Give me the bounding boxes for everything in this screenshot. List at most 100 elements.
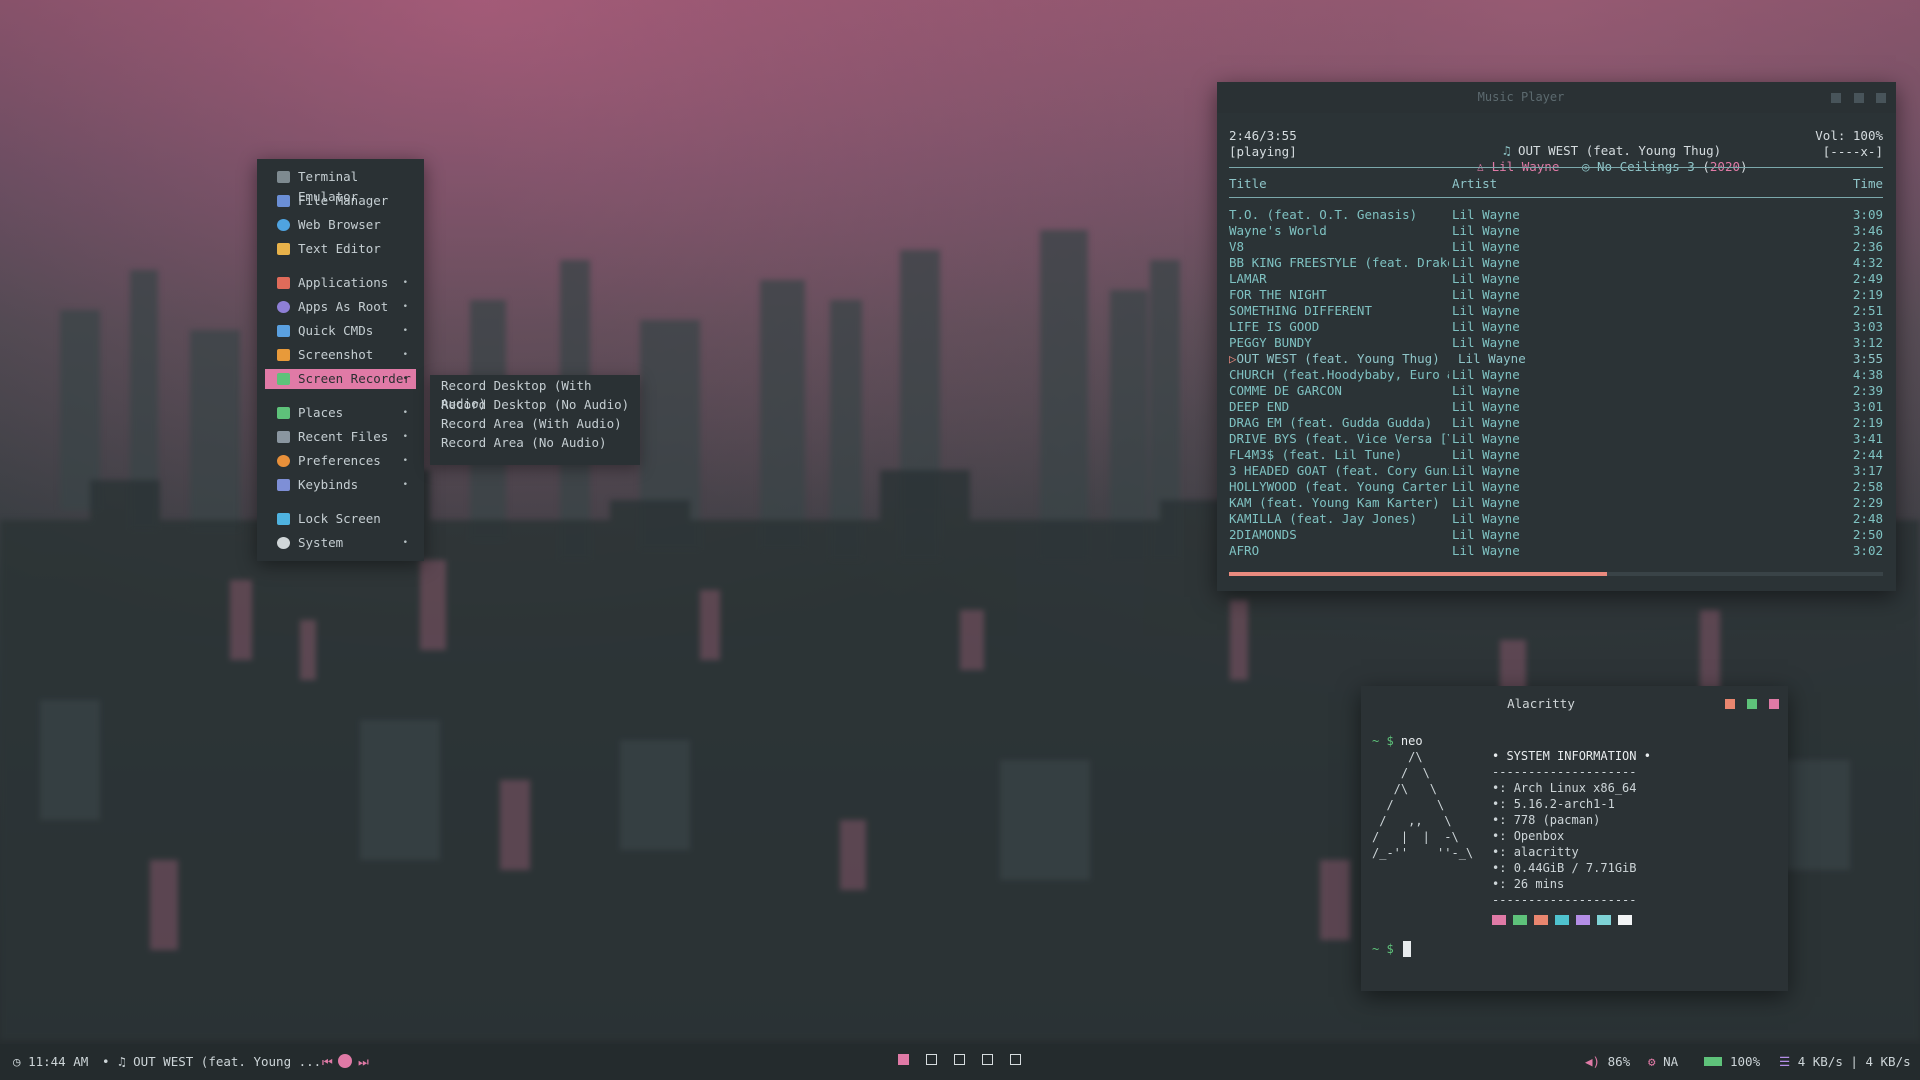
previous-track-icon[interactable]: ⏮ (322, 1055, 333, 1070)
volume-widget[interactable]: ◀) 86% (1585, 1054, 1630, 1069)
close-button[interactable] (1769, 699, 1779, 709)
network-widget[interactable]: ⚙ NA (1648, 1054, 1678, 1069)
workspace-1[interactable] (898, 1054, 909, 1065)
sysinfo-line: •: 5.16.2-arch1-1 (1492, 797, 1615, 811)
track-title: BB KING FREESTYLE (feat. Drake) (1229, 255, 1449, 270)
menu-item-system[interactable]: System • (265, 533, 416, 553)
playlist-row[interactable]: LAMAR Lil Wayne 2:49 (1229, 271, 1883, 287)
playlist-row[interactable]: AFRO Lil Wayne 3:02 (1229, 543, 1883, 559)
menu-item-lock-screen[interactable]: Lock Screen (265, 509, 416, 529)
terminal-cursor[interactable] (1403, 941, 1411, 957)
minimize-button[interactable] (1725, 699, 1735, 709)
track-duration: 2:36 (1852, 239, 1883, 254)
playlist-row[interactable]: HOLLYWOOD (feat. Young Carter) Lil Wayne 2… (1229, 479, 1883, 495)
workspace-2[interactable] (926, 1054, 937, 1065)
playlist-row[interactable]: SOMETHING DIFFERENT Lil Wayne 2:51 (1229, 303, 1883, 319)
menu-item-record-area-with-audio[interactable]: Record Area (With Audio) (441, 415, 622, 433)
submenu-arrow: • (402, 278, 408, 288)
menu-item-terminal-emulator[interactable]: Terminal Emulator (265, 167, 416, 204)
playlist-row[interactable]: 3 HEADED GOAT (feat. Cory Gunz Lil Wayne 3… (1229, 463, 1883, 479)
menu-item-screen-recorder[interactable]: Screen Recorder • (265, 369, 416, 389)
column-header-artist[interactable]: Artist (1452, 176, 1497, 191)
menu-item-web-browser[interactable]: Web Browser (265, 215, 416, 235)
current-track-marker: ▷ (1229, 351, 1237, 366)
close-button[interactable] (1876, 93, 1886, 103)
playback-progress-bar[interactable] (1229, 572, 1883, 576)
recorder-icon (277, 373, 290, 385)
track-title: KAMILLA (feat. Jay Jones) (1229, 511, 1418, 526)
track-title: Wayne's World (1229, 223, 1327, 238)
playlist-row[interactable]: T.O. (feat. O.T. Genasis) Lil Wayne 3:09 (1229, 207, 1883, 223)
title-bar[interactable]: Music Player (1217, 82, 1896, 113)
track-artist: Lil Wayne (1452, 543, 1520, 558)
track-title: ▷OUT WEST (feat. Young Thug) (1229, 351, 1440, 366)
track-artist: Lil Wayne (1452, 463, 1520, 478)
prompt-line-2: ~ $ (1372, 942, 1394, 956)
menu-item-applications[interactable]: Applications • (265, 273, 416, 293)
track-title: 3 HEADED GOAT (feat. Cory Gunz (1229, 463, 1449, 478)
playlist-row-current[interactable]: ▷OUT WEST (feat. Young Thug) Lil Wayne 3:5… (1229, 351, 1883, 367)
playlist-row[interactable]: KAMILLA (feat. Jay Jones) Lil Wayne 2:48 (1229, 511, 1883, 527)
menu-item-recent-files[interactable]: Recent Files • (265, 427, 416, 447)
menu-item-preferences[interactable]: Preferences • (265, 451, 416, 471)
submenu-arrow: • (402, 350, 408, 360)
track-title: CHURCH (feat.Hoodybaby, Euro & (1229, 367, 1449, 382)
maximize-button[interactable] (1854, 93, 1864, 103)
column-header-time[interactable]: Time (1853, 176, 1883, 191)
track-artist: Lil Wayne (1452, 303, 1520, 318)
workspace-4[interactable] (982, 1054, 993, 1065)
palette-swatch (1555, 915, 1569, 925)
track-duration: 3:02 (1852, 543, 1883, 558)
playlist-row[interactable]: PEGGY BUNDY Lil Wayne 3:12 (1229, 335, 1883, 351)
workspace-5[interactable] (1010, 1054, 1021, 1065)
playlist-row[interactable]: 2DIAMONDS Lil Wayne 2:50 (1229, 527, 1883, 543)
globe-icon (277, 219, 290, 231)
menu-item-apps-as-root[interactable]: Apps As Root • (265, 297, 416, 317)
submenu-arrow: • (402, 326, 408, 336)
folder-icon (277, 195, 290, 207)
playlist-row[interactable]: DRIVE BYS (feat. Vice Versa [Ya Lil Wayne… (1229, 431, 1883, 447)
menu-item-record-desktop-with-audio[interactable]: Record Desktop (With Audio) (441, 377, 640, 411)
playlist-row[interactable]: FL4M3$ (feat. Lil Tune) Lil Wayne 2:44 (1229, 447, 1883, 463)
track-title: DEEP END (1229, 399, 1290, 414)
netspeed-widget[interactable]: ☰ 4 KB/s | 4 KB/s (1779, 1054, 1911, 1069)
minimize-button[interactable] (1831, 93, 1841, 103)
track-duration: 3:46 (1852, 223, 1883, 238)
track-duration: 2:44 (1852, 447, 1883, 462)
playlist-row[interactable]: DEEP END Lil Wayne 3:01 (1229, 399, 1883, 415)
menu-item-record-desktop-no-audio[interactable]: Record Desktop (No Audio) (441, 396, 629, 414)
menu-item-quick-cmds[interactable]: Quick CMDs • (265, 321, 416, 341)
root-menu: Terminal Emulator File Manager Web Brows… (257, 159, 424, 561)
music-widget[interactable]: ♫ OUT WEST (feat. Young ... (118, 1054, 321, 1069)
playlist-row[interactable]: Wayne's World Lil Wayne 3:46 (1229, 223, 1883, 239)
playlist-row[interactable]: LIFE IS GOOD Lil Wayne 3:03 (1229, 319, 1883, 335)
prompt: ~ $ (1372, 734, 1394, 748)
bar-separator-dot: • (102, 1054, 110, 1069)
menu-item-record-area-no-audio[interactable]: Record Area (No Audio) (441, 434, 607, 452)
playlist-row[interactable]: BB KING FREESTYLE (feat. Drake) Lil Wayne… (1229, 255, 1883, 271)
next-track-icon[interactable]: ⏭ (358, 1055, 369, 1070)
menu-item-keybinds[interactable]: Keybinds • (265, 475, 416, 495)
menu-item-places[interactable]: Places • (265, 403, 416, 423)
menu-item-text-editor[interactable]: Text Editor (265, 239, 416, 259)
playlist-row[interactable]: V8 Lil Wayne 2:36 (1229, 239, 1883, 255)
track-duration: 2:48 (1852, 511, 1883, 526)
menu-item-file-manager[interactable]: File Manager (265, 191, 416, 211)
track-title: DRAG EM (feat. Gudda Gudda) (1229, 415, 1433, 430)
submenu-arrow: • (402, 408, 408, 418)
playlist-row[interactable]: KAM (feat. Young Kam Karter) Lil Wayne 2:2… (1229, 495, 1883, 511)
pause-icon[interactable] (338, 1054, 352, 1068)
playlist-row[interactable]: FOR THE NIGHT Lil Wayne 2:19 (1229, 287, 1883, 303)
menu-item-screenshot[interactable]: Screenshot • (265, 345, 416, 365)
battery-icon (1704, 1057, 1722, 1066)
music-note-icon: ♫ (118, 1054, 134, 1069)
column-header-title[interactable]: Title (1229, 176, 1267, 191)
volume-indicator[interactable]: Vol: 100% (1815, 128, 1883, 143)
maximize-button[interactable] (1747, 699, 1757, 709)
playlist-row[interactable]: CHURCH (feat.Hoodybaby, Euro & Lil Wayne 4… (1229, 367, 1883, 383)
workspace-3[interactable] (954, 1054, 965, 1065)
camera-icon (277, 349, 290, 361)
clock[interactable]: ◷ 11:44 AM (13, 1054, 88, 1069)
playlist-row[interactable]: DRAG EM (feat. Gudda Gudda) Lil Wayne 2:19 (1229, 415, 1883, 431)
playlist-row[interactable]: COMME DE GARCON Lil Wayne 2:39 (1229, 383, 1883, 399)
